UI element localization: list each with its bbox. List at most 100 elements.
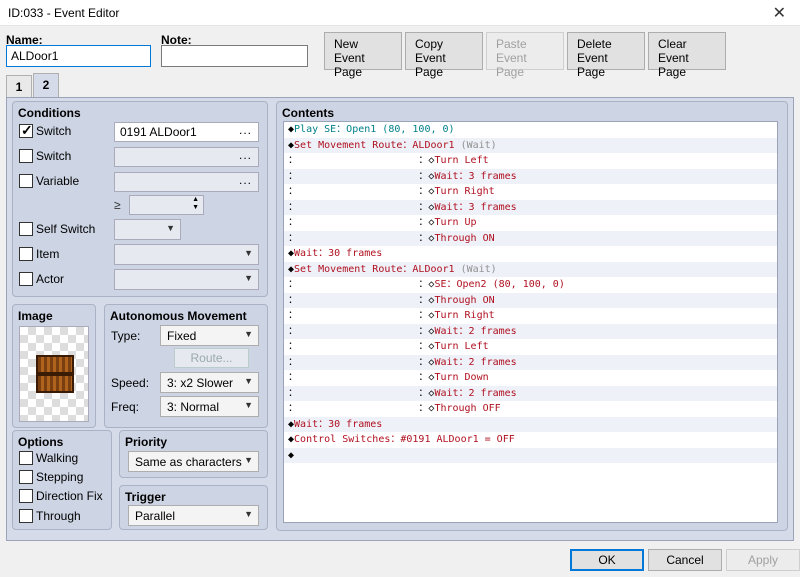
freq-select[interactable]: 3: Normal ▼ — [160, 396, 259, 417]
clear-event-page-button[interactable]: Clear Event Page — [648, 32, 726, 79]
command-row[interactable]: ： ：◇Turn Right — [284, 308, 777, 324]
variable-browse[interactable]: ... — [239, 173, 252, 187]
autonomous-movement-title: Autonomous Movement — [110, 309, 247, 323]
priority-title: Priority — [125, 435, 168, 449]
through-label: Through — [36, 509, 81, 523]
variable-checkbox[interactable] — [19, 174, 33, 188]
command-row[interactable]: ◆Set Movement Route：ALDoor1 (Wait) — [284, 261, 777, 277]
movement-type-select[interactable]: Fixed ▼ — [160, 325, 259, 346]
command-text: Wait：3 frames — [434, 170, 517, 182]
paste-label-1: Paste — [496, 37, 527, 51]
command-row[interactable]: ： ：◇Through OFF — [284, 401, 777, 417]
priority-value: Same as characters — [135, 455, 242, 469]
close-icon[interactable]: ✕ — [773, 3, 786, 23]
switch1-browse[interactable]: ... — [239, 123, 252, 137]
delete-event-page-button[interactable]: Delete Event Page — [567, 32, 645, 79]
command-row[interactable]: ◆Play SE：Open1 (80, 100, 0) — [284, 122, 777, 138]
switch1-checkbox[interactable] — [19, 122, 33, 139]
command-row[interactable]: ： ：◇Wait：2 frames — [284, 323, 777, 339]
command-row[interactable]: ： ：◇Through ON — [284, 230, 777, 246]
command-row[interactable]: ： ：◇SE：Open2 (80, 100, 0) — [284, 277, 777, 293]
command-row[interactable]: ： ：◇Wait：3 frames — [284, 199, 777, 215]
contents-title: Contents — [282, 106, 334, 120]
switch1-field[interactable]: 0191 ALDoor1 ... — [114, 122, 259, 142]
command-text: Through ON — [434, 294, 495, 306]
command-list[interactable]: ◆Play SE：Open1 (80, 100, 0) ◆Set Movement… — [283, 121, 778, 523]
actor-select[interactable]: ▼ — [114, 269, 259, 290]
actor-label: Actor — [36, 272, 65, 286]
chevron-down-icon: ▼ — [244, 273, 253, 283]
speed-select[interactable]: 3: x2 Slower ▼ — [160, 372, 259, 393]
trigger-value: Parallel — [135, 509, 176, 523]
chevron-down-icon: ▼ — [244, 329, 253, 339]
command-row[interactable]: ： ：◇Turn Left — [284, 339, 777, 355]
stepping-label: Stepping — [36, 470, 84, 484]
command-row[interactable]: ： ：◇Wait：2 frames — [284, 385, 777, 401]
cancel-button[interactable]: Cancel — [648, 549, 722, 571]
switch1-value: 0191 ALDoor1 — [120, 125, 197, 139]
command-row[interactable]: ： ：◇Turn Down — [284, 370, 777, 386]
stepping-checkbox[interactable] — [19, 470, 33, 484]
command-text: Turn Right — [434, 310, 495, 321]
command-text: Control Switches：#0191 ALDoor1 = OFF — [294, 434, 515, 445]
direction-fix-checkbox[interactable] — [19, 489, 33, 503]
switch2-browse[interactable]: ... — [239, 148, 252, 162]
command-text: Through ON — [434, 232, 495, 244]
switch2-checkbox[interactable] — [19, 149, 33, 163]
new-label-1: New — [334, 37, 359, 51]
command-row[interactable]: ： ：◇Through ON — [284, 292, 777, 308]
copy-event-page-button[interactable]: Copy Event Page — [405, 32, 483, 79]
options-title: Options — [18, 435, 64, 449]
switch2-field[interactable]: ... — [114, 147, 259, 167]
new-event-page-button[interactable]: New Event Page — [324, 32, 402, 79]
paste-event-page-button[interactable]: Paste Event Page — [486, 32, 564, 79]
command-text: Set Movement Route：ALDoor1 — [294, 263, 461, 275]
apply-button[interactable]: Apply — [726, 549, 800, 571]
ok-button[interactable]: OK — [570, 549, 644, 571]
variable-field[interactable]: ... — [114, 172, 259, 192]
command-row[interactable]: ◆Wait：30 frames — [284, 246, 777, 262]
command-row[interactable]: ： ：◇Turn Left — [284, 153, 777, 169]
actor-checkbox[interactable] — [19, 272, 33, 286]
through-checkbox[interactable] — [19, 509, 33, 523]
note-input[interactable] — [161, 45, 308, 67]
self-switch-checkbox[interactable] — [19, 222, 33, 236]
command-text: Turn Up — [434, 217, 477, 228]
chevron-down-icon: ▼ — [244, 248, 253, 258]
trigger-select[interactable]: Parallel ▼ — [128, 505, 259, 526]
command-indent: ： ：◇ — [288, 294, 435, 306]
command-row[interactable]: ◆Set Movement Route：ALDoor1 (Wait) — [284, 137, 777, 153]
command-text: Turn Down — [434, 372, 489, 383]
delete-label-1: Delete — [577, 37, 612, 51]
command-row[interactable]: ： ：◇Turn Right — [284, 184, 777, 200]
command-row[interactable]: ： ：◇Wait：3 frames — [284, 168, 777, 184]
spinner-arrows-icon[interactable]: ▲ ▼ — [192, 196, 199, 212]
command-indent: ： ：◇ — [288, 310, 435, 321]
copy-label-2: Event Page — [415, 51, 446, 79]
event-image-preview[interactable] — [19, 326, 89, 422]
command-rows: ◆Play SE：Open1 (80, 100, 0) ◆Set Movement… — [284, 122, 777, 463]
command-indent: ： ：◇ — [288, 232, 435, 244]
priority-select[interactable]: Same as characters ▼ — [128, 451, 259, 472]
item-select[interactable]: ▼ — [114, 244, 259, 265]
item-checkbox[interactable] — [19, 247, 33, 261]
walking-checkbox[interactable] — [19, 451, 33, 465]
tab-page-1[interactable]: 1 — [6, 75, 32, 97]
paste-label-2: Event Page — [496, 51, 527, 79]
command-row[interactable]: ： ：◇Turn Up — [284, 215, 777, 231]
command-indent: ： ：◇ — [288, 217, 435, 228]
name-input[interactable]: ALDoor1 — [6, 45, 151, 67]
command-row[interactable]: ◆ — [284, 447, 777, 463]
command-indent: ： ：◇ — [288, 356, 435, 368]
self-switch-select[interactable]: ▼ — [114, 219, 181, 240]
speed-value: 3: x2 Slower — [167, 376, 234, 390]
command-row[interactable]: ◆Control Switches：#0191 ALDoor1 = OFF — [284, 432, 777, 448]
tab-page-2[interactable]: 2 — [33, 73, 59, 98]
self-switch-label: Self Switch — [36, 222, 96, 236]
chevron-down-icon: ▼ — [244, 376, 253, 386]
variable-value-spinner[interactable]: ▲ ▼ — [129, 195, 204, 215]
route-button[interactable]: Route... — [174, 348, 249, 368]
command-row[interactable]: ： ：◇Wait：2 frames — [284, 354, 777, 370]
command-row[interactable]: ◆Wait：30 frames — [284, 416, 777, 432]
chevron-down-icon: ▼ — [244, 509, 253, 519]
